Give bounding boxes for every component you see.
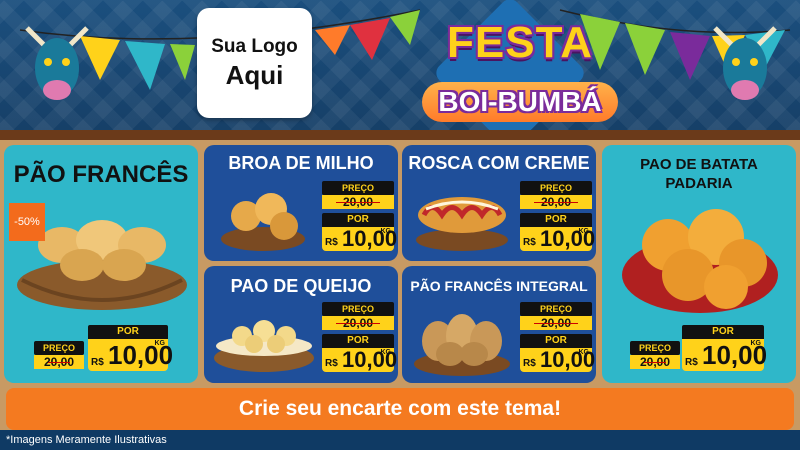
product-title: BROA DE MILHO bbox=[228, 153, 374, 173]
pao-de-batata-image bbox=[622, 209, 778, 313]
old-price: 20,00 bbox=[322, 195, 394, 209]
currency: R$ bbox=[685, 357, 698, 368]
currency: R$ bbox=[325, 358, 338, 369]
unit: KG bbox=[578, 228, 590, 235]
old-price-box: PREÇO 20,00 POR R$ 10,00 KG bbox=[520, 181, 595, 251]
new-price-box: POR R$ 10,00 KG bbox=[682, 321, 767, 371]
product-title-line2: PADARIA bbox=[665, 175, 733, 192]
unit: KG bbox=[578, 349, 590, 356]
preco-label: PREÇO bbox=[322, 181, 394, 195]
preco-label: PREÇO bbox=[34, 341, 84, 355]
rosca-image bbox=[416, 197, 508, 251]
product-title-line1: PAO DE BATATA bbox=[640, 156, 758, 173]
unit: KG bbox=[380, 228, 392, 235]
currency: R$ bbox=[91, 357, 104, 368]
logo-line2: Aqui bbox=[225, 59, 284, 90]
bull-right-icon bbox=[713, 26, 777, 100]
currency: R$ bbox=[523, 237, 536, 248]
header-banner: Sua Logo Aqui FESTA BOI-BUMBÁ bbox=[0, 0, 800, 135]
old-price-box: PREÇO 20,00 POR R$ 10,00 KG bbox=[322, 181, 397, 251]
discount-badge: -50% bbox=[9, 203, 45, 241]
old-price-box: PREÇO 20,00 POR R$ 10,00 KG bbox=[322, 302, 397, 372]
unit: KG bbox=[750, 340, 762, 347]
por-label: POR bbox=[322, 213, 394, 227]
cta-banner[interactable]: Crie seu encarte com este tema! bbox=[6, 388, 794, 430]
product-title: PÃO FRANCÊS INTEGRAL bbox=[410, 278, 588, 294]
footnote: *Imagens Meramente Ilustrativas bbox=[6, 434, 167, 446]
old-price: 20,00 bbox=[630, 355, 680, 369]
bull-left-icon bbox=[25, 26, 89, 100]
pao-integral-image bbox=[414, 314, 510, 376]
festa-title: FESTA bbox=[447, 18, 593, 67]
preco-label: PREÇO bbox=[630, 341, 680, 355]
unit: KG bbox=[380, 349, 392, 356]
product-rosca: ROSCA COM CREME PREÇO 20,00 POR R$ 10,00… bbox=[402, 145, 596, 261]
bunting-flags bbox=[19, 9, 791, 90]
old-price: 20,00 bbox=[34, 355, 84, 369]
logo-line1: Sua Logo bbox=[211, 35, 298, 57]
wood-divider bbox=[0, 130, 800, 140]
broa-image bbox=[221, 193, 305, 251]
por-label: POR bbox=[322, 334, 394, 348]
boi-bumba-title: BOI-BUMBÁ bbox=[422, 82, 618, 122]
preco-label: PREÇO bbox=[520, 181, 592, 195]
por-label: POR bbox=[682, 325, 764, 339]
unit: KG bbox=[154, 340, 166, 347]
old-price: 20,00 bbox=[322, 316, 394, 330]
product-title: PAO DE BATATA PADARIA bbox=[602, 155, 796, 193]
product-title: PÃO FRANCÊS bbox=[13, 161, 189, 188]
pao-de-queijo-image bbox=[214, 320, 314, 372]
product-broa: BROA DE MILHO PREÇO 20,00 POR R$ 10,00 K… bbox=[204, 145, 398, 261]
preco-label: PREÇO bbox=[520, 302, 592, 316]
por-label: POR bbox=[520, 334, 592, 348]
product-pao-integral: PÃO FRANCÊS INTEGRAL PREÇO 20,00 POR R$ … bbox=[402, 266, 596, 383]
old-price: 20,00 bbox=[520, 195, 592, 209]
festa-logo: FESTA BOI-BUMBÁ bbox=[420, 0, 620, 135]
currency: R$ bbox=[523, 358, 536, 369]
preco-label: PREÇO bbox=[322, 302, 394, 316]
por-label: POR bbox=[520, 213, 592, 227]
product-title: PAO DE QUEIJO bbox=[230, 276, 372, 296]
old-price-box: PREÇO 20,00 bbox=[630, 341, 680, 369]
new-price-box: POR R$ 10,00 KG bbox=[88, 321, 173, 371]
logo-placeholder: Sua Logo Aqui bbox=[197, 8, 312, 118]
product-pao-frances: PÃO FRANCÊS -50% PREÇO 20,00 POR R$ 10,0… bbox=[4, 145, 198, 383]
product-title: ROSCA COM CREME bbox=[408, 153, 590, 173]
por-label: POR bbox=[88, 325, 168, 339]
old-price-box: PREÇO 20,00 POR R$ 10,00 KG bbox=[520, 302, 595, 372]
old-price-box: PREÇO 20,00 bbox=[34, 341, 84, 369]
currency: R$ bbox=[325, 237, 338, 248]
product-pao-de-batata: PAO DE BATATA PADARIA PREÇO 20,00 POR R$… bbox=[602, 145, 796, 383]
old-price: 20,00 bbox=[520, 316, 592, 330]
product-pao-de-queijo: PAO DE QUEIJO PREÇO 20,00 POR R$ 10,00 K… bbox=[204, 266, 398, 383]
